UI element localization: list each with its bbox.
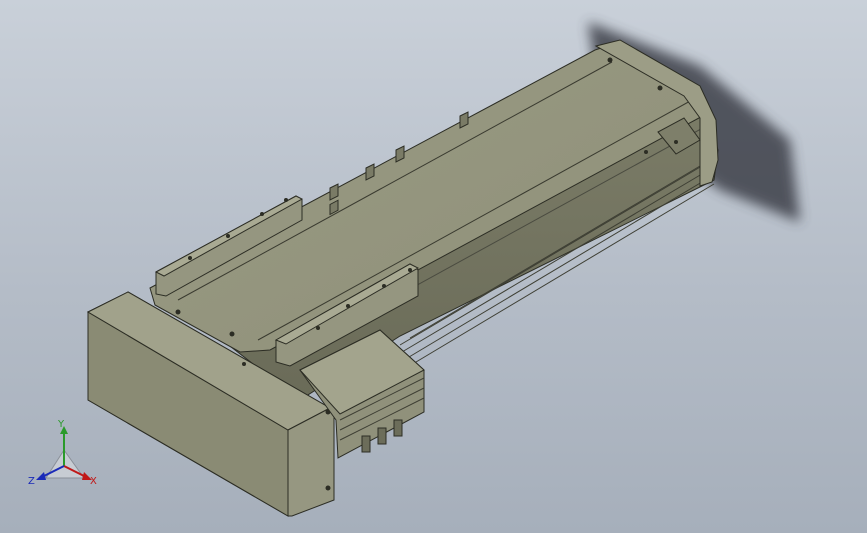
z-arrow-icon bbox=[36, 472, 46, 480]
x-axis-label: X bbox=[90, 476, 97, 487]
housing-screw bbox=[242, 362, 246, 366]
cad-viewport[interactable]: Y X Z bbox=[0, 0, 867, 533]
linear-actuator-model[interactable] bbox=[0, 0, 867, 533]
z-axis-label: Z bbox=[28, 476, 35, 487]
housing-screw bbox=[325, 485, 331, 491]
axis-triad: Y X Z bbox=[26, 420, 106, 492]
y-axis-label: Y bbox=[58, 419, 65, 430]
